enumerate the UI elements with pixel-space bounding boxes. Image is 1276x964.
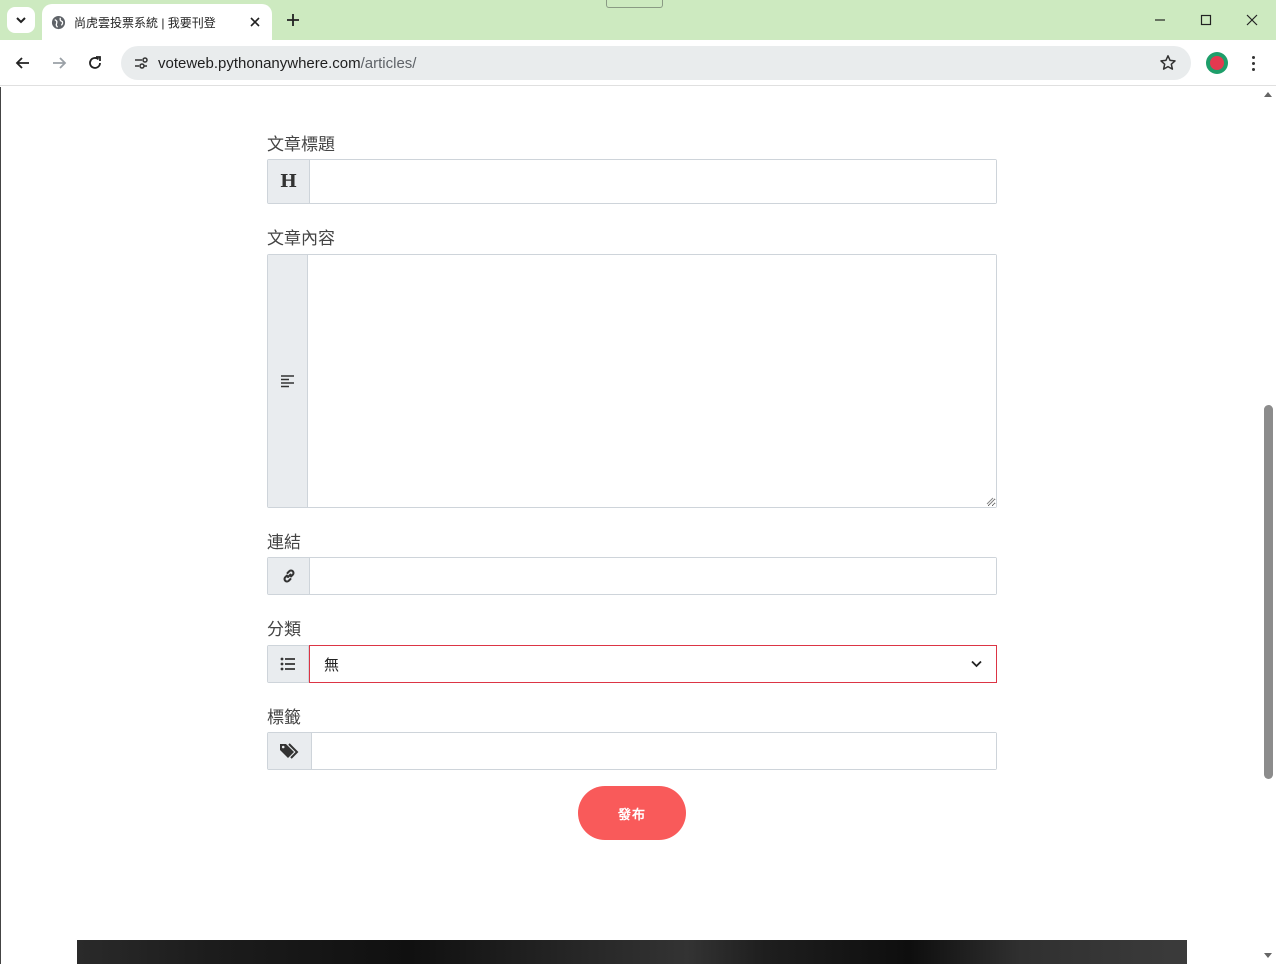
tab-strip: 尚虎雲投票系統 | 我要刊登 — [0, 0, 1276, 40]
content-input-group — [267, 254, 997, 508]
tab-search-button[interactable] — [7, 7, 35, 33]
browser-toolbar: voteweb.pythonanywhere.com/articles/ — [0, 40, 1276, 86]
link-input-group — [267, 557, 997, 595]
more-menu-icon[interactable] — [1243, 51, 1263, 75]
forward-button[interactable] — [45, 49, 73, 77]
content-label: 文章內容 — [267, 229, 335, 248]
close-window-button[interactable] — [1237, 8, 1267, 32]
tags-input-group — [267, 732, 997, 770]
category-select[interactable]: 無 — [309, 645, 997, 683]
title-label: 文章標題 — [267, 135, 335, 154]
avatar-dot — [1210, 56, 1224, 70]
url-host: voteweb.pythonanywhere.com — [158, 54, 361, 72]
maximize-icon — [1200, 14, 1212, 26]
link-input[interactable] — [310, 558, 996, 594]
content-textarea[interactable] — [308, 255, 996, 507]
align-left-icon — [268, 255, 308, 507]
maximize-button[interactable] — [1191, 8, 1221, 32]
active-tab[interactable]: 尚虎雲投票系統 | 我要刊登 — [42, 4, 272, 40]
url-text: voteweb.pythonanywhere.com/articles/ — [158, 55, 416, 72]
reload-button[interactable] — [81, 49, 109, 77]
close-icon — [1246, 14, 1258, 26]
bookmark-star-icon[interactable] — [1159, 54, 1177, 72]
category-label: 分類 — [267, 620, 301, 639]
minimize-icon — [1155, 19, 1165, 21]
title-input[interactable] — [310, 160, 996, 203]
profile-avatar[interactable] — [1206, 52, 1228, 74]
scrollbar-thumb[interactable] — [1264, 405, 1273, 779]
heading-icon: H — [268, 160, 310, 203]
plus-icon — [287, 14, 299, 26]
close-tab-icon[interactable] — [246, 13, 264, 31]
chevron-down-icon — [971, 660, 982, 668]
arrow-right-icon — [53, 57, 67, 69]
chevron-down-icon — [16, 17, 26, 24]
category-selected-value: 無 — [324, 656, 340, 674]
tags-input[interactable] — [312, 733, 996, 769]
address-bar[interactable]: voteweb.pythonanywhere.com/articles/ — [121, 46, 1191, 80]
publish-button[interactable]: 發布 — [578, 786, 686, 840]
page-scrollbar[interactable] — [1261, 87, 1276, 964]
tags-label: 標籤 — [267, 708, 301, 727]
page-viewport: 文章標題 H 文章內容 連結 分類 無 標籤 發布 — [0, 87, 1276, 964]
reload-icon — [89, 56, 101, 69]
new-tab-button[interactable] — [280, 8, 306, 32]
window-drag-handle — [606, 0, 663, 8]
title-input-group: H — [267, 159, 997, 204]
link-icon — [268, 558, 310, 594]
minimize-button[interactable] — [1145, 8, 1175, 32]
scroll-up-arrow-icon[interactable] — [1264, 92, 1272, 97]
scroll-down-arrow-icon[interactable] — [1264, 953, 1272, 958]
list-icon — [268, 646, 309, 682]
footer-banner-image — [77, 940, 1187, 964]
tab-title: 尚虎雲投票系統 | 我要刊登 — [74, 15, 216, 30]
category-input-group: 無 — [267, 645, 997, 683]
tags-icon — [268, 733, 312, 769]
back-button[interactable] — [9, 49, 37, 77]
link-label: 連結 — [267, 533, 301, 552]
url-path: /articles/ — [360, 54, 417, 72]
resize-handle-icon[interactable] — [986, 497, 994, 505]
arrow-left-icon — [15, 57, 29, 69]
site-info-icon[interactable] — [131, 53, 151, 73]
globe-icon — [50, 14, 66, 30]
